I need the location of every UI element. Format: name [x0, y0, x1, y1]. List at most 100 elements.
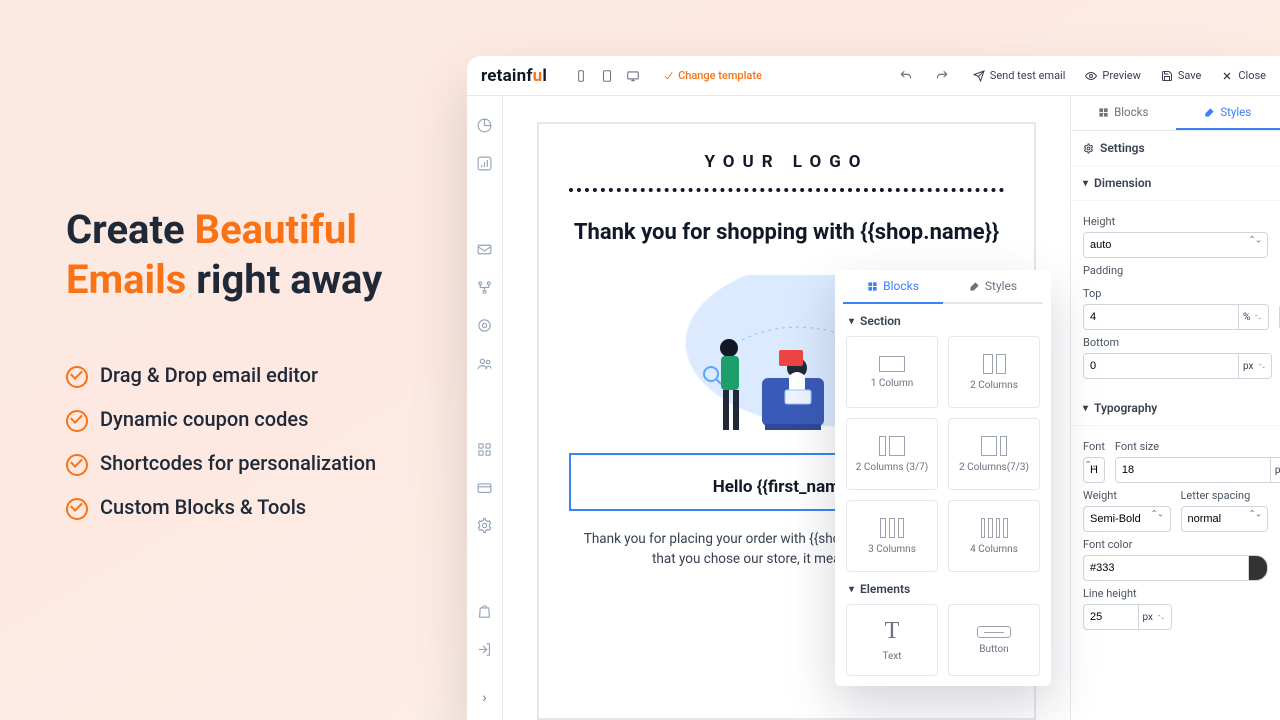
promo-list: Drag & Drop email editor Dynamic coupon … [66, 353, 466, 529]
block-2col-73[interactable]: 2 Columns(7/3) [948, 418, 1040, 490]
users-icon[interactable] [476, 354, 494, 372]
close-label: Close [1238, 69, 1266, 82]
email-headline[interactable]: Thank you for shopping with {{shop.name}… [569, 220, 1004, 245]
letter-select[interactable]: normal [1181, 506, 1269, 532]
brand-post: l [542, 66, 547, 86]
brand-accent: u [533, 66, 543, 86]
text-lbl: Text [882, 651, 901, 662]
block-button[interactable]: Button [948, 604, 1040, 676]
pop-blocks-lbl: Blocks [883, 279, 919, 293]
section-lbl: Section [860, 314, 901, 328]
side-nav: › [467, 96, 503, 720]
tab-styles[interactable]: Styles [1176, 96, 1280, 130]
mail-icon[interactable] [476, 240, 494, 258]
promo-bullet: Drag & Drop email editor [66, 353, 466, 397]
save-button[interactable]: Save [1161, 69, 1202, 82]
save-label: Save [1178, 69, 1202, 82]
padding-label: Padding [1083, 264, 1268, 277]
lineheight-unit[interactable]: px [1139, 604, 1172, 630]
weight-label: Weight [1083, 489, 1171, 502]
pad-bottom-unit[interactable]: px [1239, 353, 1272, 379]
send-test-label: Send test email [990, 69, 1066, 82]
settings-icon[interactable] [476, 516, 494, 534]
desktop-view-icon[interactable] [621, 64, 645, 88]
tab-blocks[interactable]: Blocks [1071, 96, 1176, 130]
font-select[interactable]: Helvetica [1083, 457, 1105, 483]
elements-header[interactable]: Elements [843, 572, 1043, 604]
tab-styles-label: Styles [1220, 105, 1251, 119]
chart-icon[interactable] [476, 154, 494, 172]
block-2col-37[interactable]: 2 Columns (3/7) [846, 418, 938, 490]
pad-top-input[interactable] [1083, 304, 1239, 330]
fontcolor-swatch[interactable] [1248, 555, 1268, 581]
fontcolor-label: Font color [1083, 538, 1268, 551]
lineheight-input[interactable] [1083, 604, 1139, 630]
topbar: retainful Change template Send test emai… [467, 56, 1280, 96]
block-4col[interactable]: 4 Columns [948, 500, 1040, 572]
apps-icon[interactable] [476, 440, 494, 458]
collapse-button[interactable]: › [482, 690, 486, 706]
fontsize-label: Font size [1115, 440, 1280, 453]
flow-icon[interactable] [476, 278, 494, 296]
block-2col[interactable]: 2 Columns [948, 336, 1040, 408]
preview-button[interactable]: Preview [1085, 69, 1140, 82]
lineheight-label: Line height [1083, 587, 1268, 600]
dimension-header[interactable]: Dimension [1071, 166, 1280, 201]
mobile-view-icon[interactable] [569, 64, 593, 88]
block-3col[interactable]: 3 Columns [846, 500, 938, 572]
tablet-view-icon[interactable] [595, 64, 619, 88]
brand-pre: retainf [481, 66, 533, 86]
dotted-divider [569, 188, 1004, 192]
height-select[interactable]: auto [1083, 232, 1268, 258]
col37-lbl: 2 Columns (3/7) [856, 462, 928, 473]
undo-icon[interactable] [895, 65, 917, 87]
brand-logo: retainful [481, 66, 547, 86]
send-test-button[interactable]: Send test email [973, 69, 1066, 82]
change-template-button[interactable]: Change template [663, 69, 762, 82]
typography-label: Typography [1094, 401, 1157, 415]
col73-lbl: 2 Columns(7/3) [959, 462, 1029, 473]
col1-lbl: 1 Column [871, 378, 914, 389]
close-button[interactable]: Close [1221, 69, 1266, 82]
preview-label: Preview [1102, 69, 1140, 82]
col4-lbl: 4 Columns [970, 544, 1018, 555]
redo-icon[interactable] [931, 65, 953, 87]
popover-tab-blocks[interactable]: Blocks [843, 270, 943, 304]
blocks-popover[interactable]: Blocks Styles Section 1 Column 2 Columns… [835, 270, 1051, 686]
logout-icon[interactable] [476, 640, 494, 658]
bag-icon[interactable] [476, 602, 494, 620]
letter-label: Letter spacing [1181, 489, 1269, 502]
pad-bottom-label: Bottom [1083, 336, 1272, 349]
pad-top-unit[interactable]: % [1239, 304, 1269, 330]
typography-header[interactable]: Typography [1071, 391, 1280, 426]
change-template-label: Change template [678, 69, 762, 82]
settings-label: Settings [1100, 141, 1145, 155]
popover-tab-styles[interactable]: Styles [943, 270, 1043, 304]
promo-bullet: Dynamic coupon codes [66, 397, 466, 441]
settings-header[interactable]: Settings [1071, 130, 1280, 166]
viewport-toggles [569, 64, 645, 88]
block-text[interactable]: TText [846, 604, 938, 676]
height-label: Height [1083, 215, 1268, 228]
pie-icon[interactable] [476, 116, 494, 134]
promo-bullet: Shortcodes for personalization [66, 441, 466, 485]
pop-styles-lbl: Styles [985, 279, 1017, 293]
pad-bottom-input[interactable] [1083, 353, 1239, 379]
fontcolor-input[interactable] [1083, 555, 1248, 581]
col2-lbl: 2 Columns [970, 380, 1018, 391]
block-1col[interactable]: 1 Column [846, 336, 938, 408]
elements-lbl: Elements [860, 582, 910, 596]
promo-t2: right away [186, 256, 382, 303]
dimension-label: Dimension [1094, 176, 1151, 190]
promo-panel: Create Beautiful Emails right away Drag … [66, 205, 466, 529]
font-label: Font [1083, 440, 1105, 453]
pad-top-label: Top [1083, 287, 1269, 300]
card-icon[interactable] [476, 478, 494, 496]
weight-select[interactable]: Semi-Bold [1083, 506, 1171, 532]
promo-t1: Create [66, 206, 195, 253]
fontsize-input[interactable] [1115, 457, 1271, 483]
fontsize-unit[interactable]: px [1271, 457, 1280, 483]
section-header[interactable]: Section [843, 304, 1043, 336]
email-logo[interactable]: YOUR LOGO [569, 152, 1004, 172]
target-icon[interactable] [476, 316, 494, 334]
